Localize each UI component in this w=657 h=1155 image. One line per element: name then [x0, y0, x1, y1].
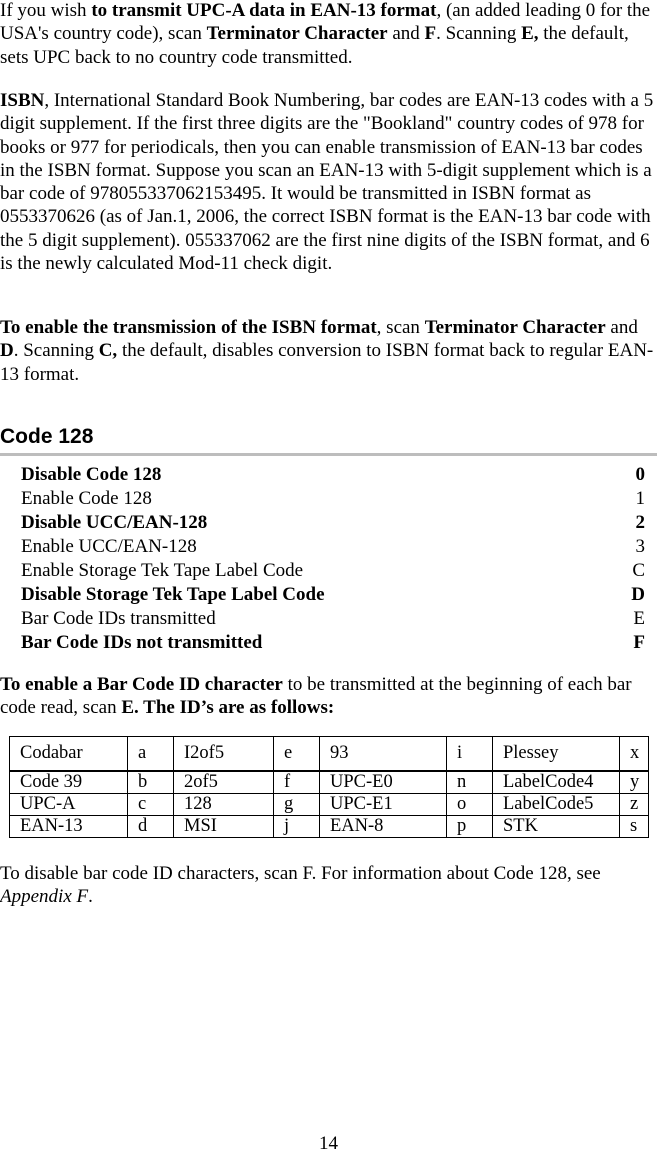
id-char-cell: n: [446, 770, 493, 794]
paragraph-isbn-enable: To enable the transmission of the ISBN f…: [0, 316, 657, 386]
option-row: Bar Code IDs transmitted E: [21, 607, 645, 631]
symbology-cell: 128: [173, 793, 274, 816]
symbology-cell: Plessey: [492, 736, 620, 772]
symbology-cell: UPC-E1: [319, 793, 447, 816]
option-row: Enable Code 128 1: [21, 487, 645, 511]
table-row: EAN-13 d MSI j EAN-8 p STK s: [9, 815, 649, 838]
symbology-cell: LabelCode5: [492, 793, 620, 816]
text: and: [387, 23, 425, 45]
option-row: Disable UCC/EAN-128 2: [21, 511, 645, 535]
symbology-cell: EAN-8: [319, 815, 447, 838]
paragraph-barcode-id: To enable a Bar Code ID character to be …: [0, 673, 657, 720]
id-char-cell: c: [127, 793, 174, 816]
emphasis: Terminator Character: [424, 317, 606, 338]
id-char-cell: y: [619, 770, 649, 794]
id-char-cell: i: [446, 736, 493, 772]
symbology-cell: Code 39: [9, 770, 128, 794]
id-char-cell: p: [446, 815, 493, 838]
emphasis: E,: [521, 23, 539, 45]
option-code: C: [632, 560, 645, 581]
id-char-cell: a: [127, 736, 174, 772]
text: . Scanning: [13, 340, 99, 362]
symbology-cell: I2of5: [173, 736, 274, 772]
paragraph-disable-ids: To disable bar code ID characters, scan …: [0, 862, 657, 909]
symbology-cell: 93: [319, 736, 447, 772]
option-code: D: [631, 584, 645, 605]
text: , International Standard Book Numbering,…: [0, 90, 654, 275]
option-row: Disable Code 128 0: [21, 463, 645, 487]
option-label: Disable UCC/EAN-128: [21, 512, 208, 533]
symbology-cell: 2of5: [173, 770, 274, 794]
option-code: 1: [635, 488, 646, 509]
id-char-cell: z: [619, 793, 649, 816]
text: and: [605, 317, 638, 338]
appendix-reference: Appendix F: [0, 886, 89, 908]
option-code: 3: [635, 536, 646, 557]
section-heading: Code 128: [0, 425, 94, 448]
emphasis: To enable a Bar Code ID character: [0, 674, 283, 695]
option-row: Disable Storage Tek Tape Label Code D: [21, 583, 645, 607]
option-label: Disable Storage Tek Tape Label Code: [21, 584, 325, 605]
id-char-cell: x: [619, 736, 649, 772]
symbology-cell: UPC-E0: [319, 770, 447, 794]
symbology-cell: Codabar: [9, 736, 128, 772]
table-row: UPC-A c 128 g UPC-E1 o LabelCode5 z: [9, 793, 649, 816]
option-label: Enable Storage Tek Tape Label Code: [21, 560, 304, 581]
emphasis: C,: [98, 340, 118, 362]
paragraph-isbn: ISBN, International Standard Book Number…: [0, 89, 657, 275]
id-char-cell: s: [619, 815, 649, 838]
option-code: E: [633, 608, 645, 629]
id-char-cell: e: [273, 736, 320, 772]
symbology-cell: LabelCode4: [492, 770, 620, 794]
paragraph-upca-ean13: If you wish to transmit UPC-A data in EA…: [0, 0, 657, 69]
id-char-cell: d: [127, 815, 174, 838]
text: , scan: [376, 317, 425, 338]
option-code: 0: [635, 464, 646, 485]
text: . Scanning: [436, 23, 522, 45]
emphasis: D: [0, 340, 14, 362]
text: To disable bar code ID characters, scan …: [0, 863, 601, 884]
option-label: Enable UCC/EAN-128: [21, 536, 197, 557]
option-code: F: [633, 632, 645, 653]
option-code: 2: [635, 512, 646, 533]
option-label: Enable Code 128: [21, 488, 152, 509]
id-char-cell: f: [273, 770, 320, 794]
page-number: 14: [319, 1133, 338, 1154]
emphasis: E. The ID’s are as follows:: [121, 697, 335, 719]
section-divider: [0, 453, 657, 456]
symbology-cell: MSI: [173, 815, 274, 838]
option-label: Bar Code IDs transmitted: [21, 608, 216, 629]
table-row: Codabar a I2of5 e 93 i Plessey x: [9, 736, 649, 772]
text: .: [88, 886, 93, 908]
emphasis: Terminator Character: [206, 23, 388, 45]
id-char-cell: j: [273, 815, 320, 838]
emphasis: To enable the transmission of the ISBN f…: [0, 317, 377, 338]
id-char-cell: g: [273, 793, 320, 816]
emphasis: ISBN: [0, 90, 45, 111]
option-row: Bar Code IDs not transmitted F: [21, 631, 645, 655]
symbology-cell: STK: [492, 815, 620, 838]
text: If you wish: [0, 0, 92, 21]
option-row: Enable Storage Tek Tape Label Code C: [21, 559, 645, 583]
id-char-cell: o: [446, 793, 493, 816]
emphasis: F: [424, 23, 437, 45]
option-label: Bar Code IDs not transmitted: [21, 632, 263, 653]
table-row: Code 39 b 2of5 f UPC-E0 n LabelCode4 y: [9, 770, 649, 794]
id-char-cell: b: [127, 770, 174, 794]
option-label: Disable Code 128: [21, 464, 162, 485]
emphasis: to transmit UPC-A data in EAN-13 format: [91, 0, 437, 21]
option-row: Enable UCC/EAN-128 3: [21, 535, 645, 559]
symbology-cell: UPC-A: [9, 793, 128, 816]
symbology-cell: EAN-13: [9, 815, 128, 838]
option-list: Disable Code 128 0 Enable Code 128 1 Disab…: [21, 463, 645, 655]
barcode-id-table: Codabar a I2of5 e 93 i Plessey x Code 39 b 2of5 f UP…: [9, 736, 649, 838]
